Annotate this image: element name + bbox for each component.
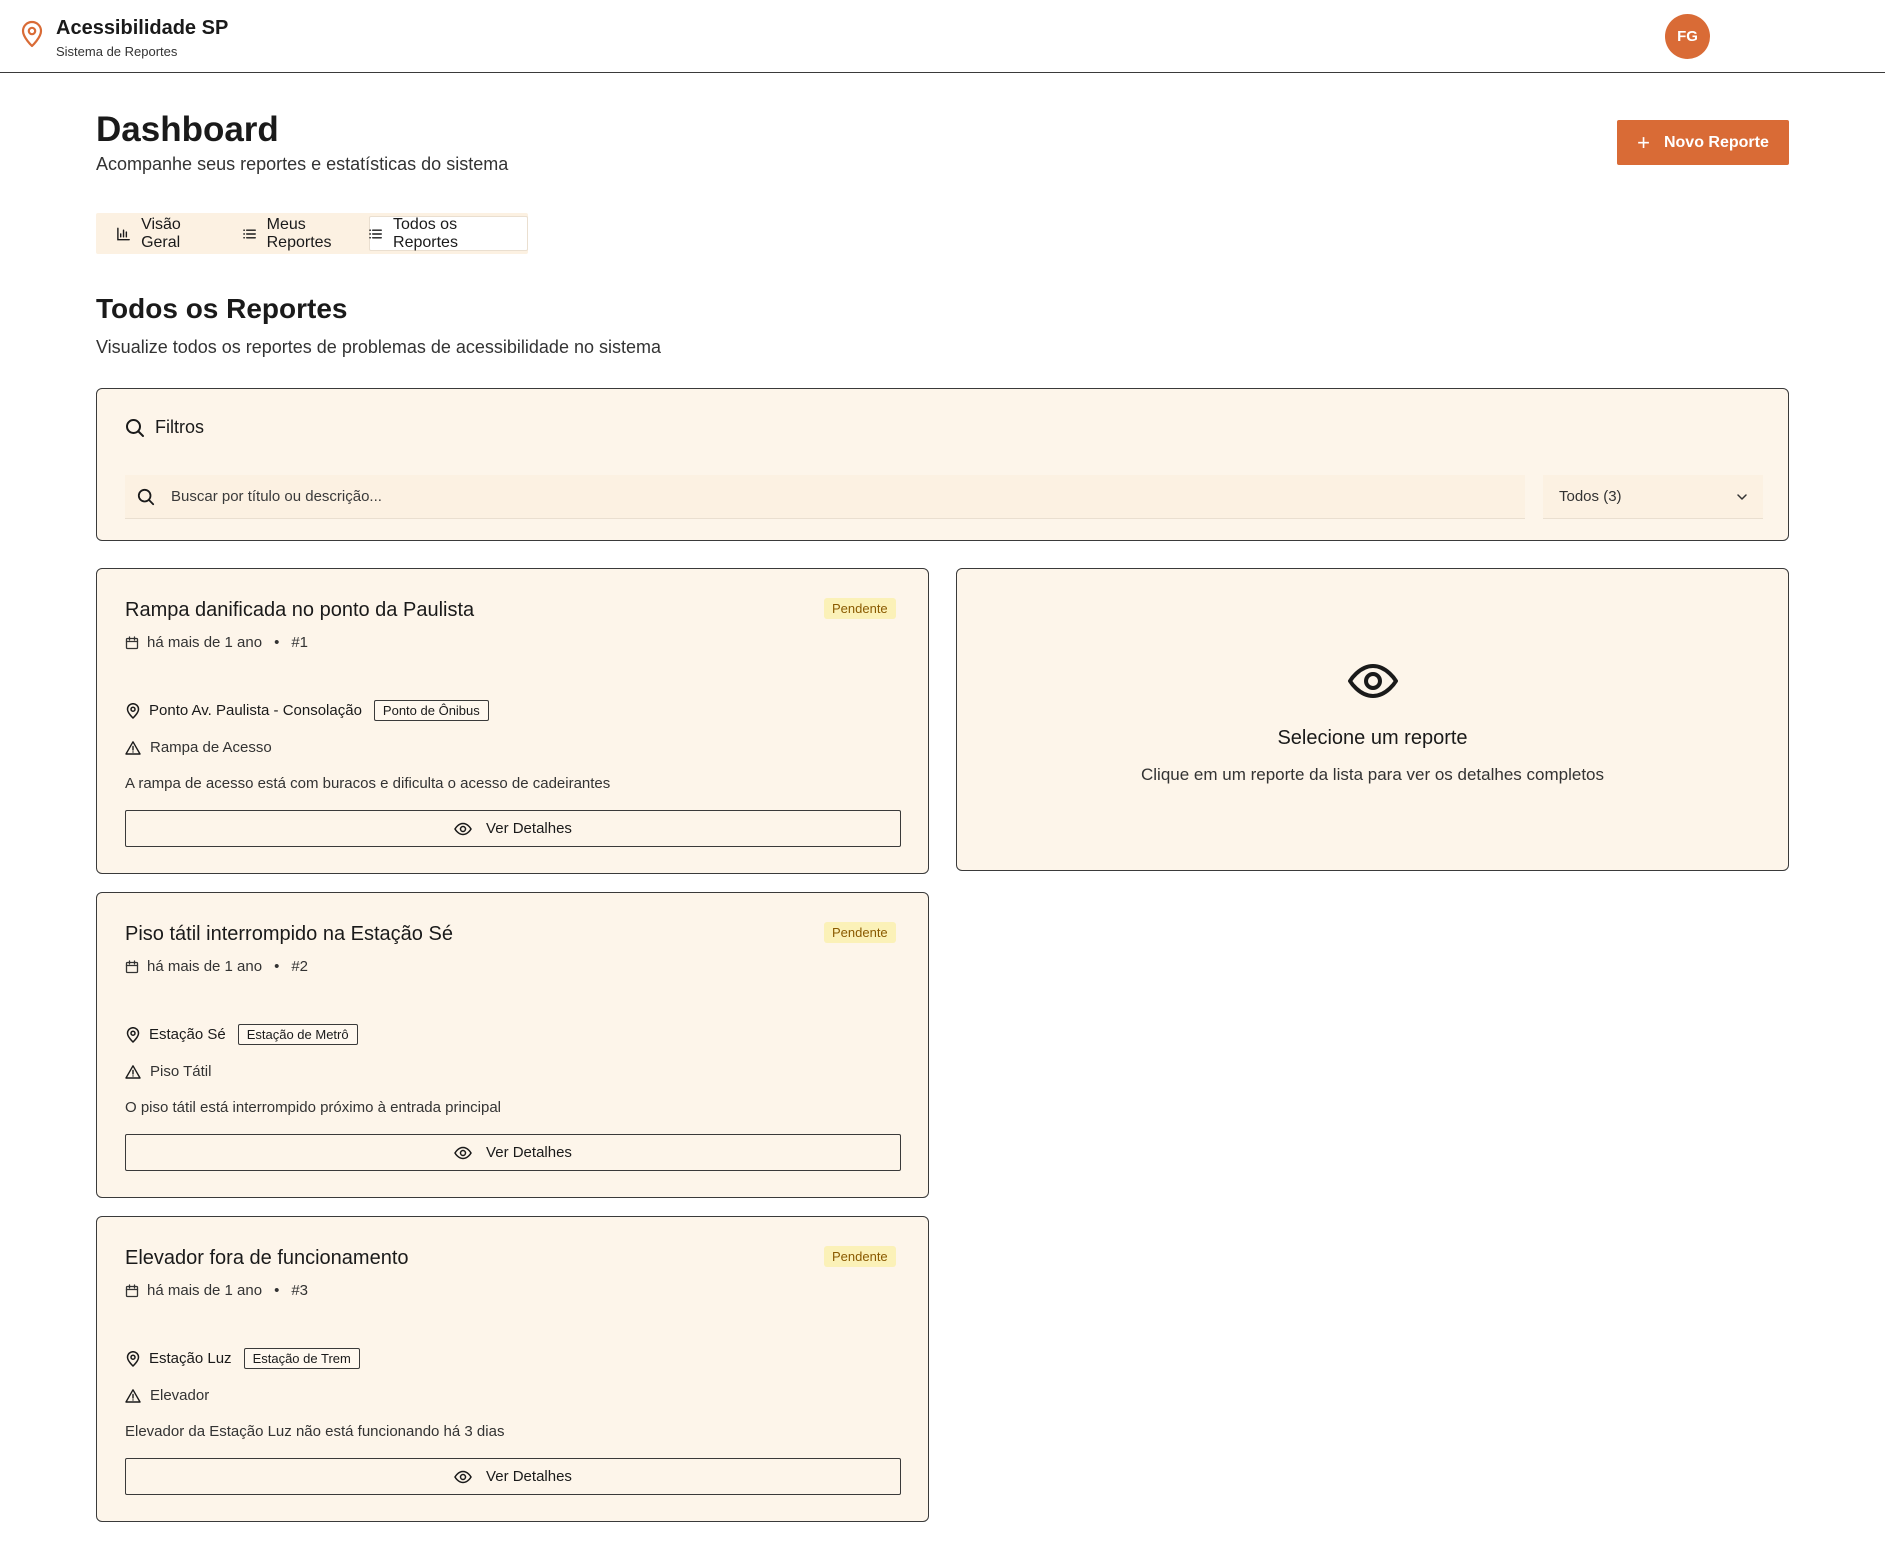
report-title: Rampa danificada no ponto da Paulista: [125, 599, 475, 621]
report-id: #3: [291, 1282, 309, 1299]
report-description: O piso tátil está interrompido próximo à…: [125, 1099, 502, 1116]
report-title: Elevador fora de funcionamento: [125, 1247, 409, 1269]
status-badge: Pendente: [824, 922, 896, 943]
tab-my-reports-label: Meus Reportes: [266, 215, 332, 251]
separator-dot: •: [274, 1282, 280, 1299]
report-card[interactable]: Rampa danificada no ponto da Paulista Pe…: [96, 568, 929, 874]
map-pin-icon: [126, 702, 140, 719]
page-title: Dashboard: [96, 110, 279, 149]
view-details-label: Ver Detalhes: [486, 1468, 572, 1485]
page-subtitle: Acompanhe seus reportes e estatísticas d…: [96, 154, 509, 174]
view-details-label: Ver Detalhes: [486, 1144, 572, 1161]
tab-all-reports-label: Todos os Reportes: [393, 215, 458, 251]
view-details-button[interactable]: Ver Detalhes: [125, 810, 901, 847]
search-icon: [137, 488, 155, 505]
category-label: Rampa de Acesso: [150, 739, 272, 756]
detail-panel-subtitle: Clique em um reporte da lista para ver o…: [1140, 765, 1604, 784]
plus-icon: +: [1637, 129, 1650, 155]
report-id: #2: [291, 958, 309, 975]
report-description: A rampa de acesso está com buracos e dif…: [125, 775, 611, 792]
eye-icon: [454, 1146, 472, 1159]
report-detail-panel: Selecione um reporte Clique em um report…: [956, 568, 1789, 871]
status-badge: Pendente: [824, 598, 896, 619]
location-name: Estação Sé: [149, 1026, 226, 1043]
detail-panel-title: Selecione um reporte: [1277, 727, 1468, 749]
report-date: há mais de 1 ano: [147, 1282, 263, 1299]
search-input[interactable]: [171, 488, 1471, 505]
view-details-button[interactable]: Ver Detalhes: [125, 1134, 901, 1171]
new-report-button[interactable]: + Novo Reporte: [1617, 120, 1789, 165]
warning-icon: [125, 1064, 141, 1079]
section-title: Todos os Reportes: [96, 293, 348, 324]
category-label: Elevador: [150, 1387, 210, 1404]
report-meta: há mais de 1 ano • #3: [125, 1282, 308, 1299]
user-avatar[interactable]: FG: [1665, 14, 1710, 59]
calendar-icon: [125, 959, 139, 973]
report-location: Estação Sé Estação de Metrô: [125, 1024, 358, 1045]
report-date: há mais de 1 ano: [147, 634, 263, 651]
calendar-icon: [125, 635, 139, 649]
chevron-down-icon: [1737, 493, 1747, 500]
warning-icon: [125, 1388, 141, 1403]
location-name: Ponto Av. Paulista - Consolação: [149, 702, 362, 719]
filters-header: Filtros: [125, 417, 204, 438]
search-icon: [126, 418, 144, 437]
tab-list: Visão Geral Meus Reportes Todos os Repor…: [96, 213, 528, 254]
search-box[interactable]: [125, 475, 1525, 519]
tab-overview[interactable]: Visão Geral: [116, 215, 220, 251]
report-card[interactable]: Elevador fora de funcionamento Pendente …: [96, 1216, 929, 1522]
brand[interactable]: Acessibilidade SP Sistema de Reportes: [20, 16, 228, 59]
status-select[interactable]: Todos (3): [1543, 475, 1763, 519]
app-subtitle: Sistema de Reportes: [56, 44, 178, 59]
eye-icon: [1348, 664, 1398, 698]
warning-icon: [125, 740, 141, 755]
tab-my-reports[interactable]: Meus Reportes: [242, 215, 369, 251]
eye-icon: [454, 822, 472, 835]
report-title: Piso tátil interrompido na Estação Sé: [125, 923, 453, 945]
view-details-button[interactable]: Ver Detalhes: [125, 1458, 901, 1495]
report-meta: há mais de 1 ano • #2: [125, 958, 308, 975]
app-title: Acessibilidade SP: [56, 17, 229, 39]
list-icon: [242, 229, 256, 238]
report-id: #1: [291, 634, 309, 651]
report-category: Piso Tátil: [125, 1063, 211, 1080]
map-pin-icon: [126, 1350, 140, 1367]
tab-overview-label: Visão Geral: [141, 215, 181, 251]
status-select-value: Todos (3): [1559, 488, 1622, 505]
report-meta: há mais de 1 ano • #1: [125, 634, 308, 651]
report-description: Elevador da Estação Luz não está funcion…: [125, 1423, 505, 1440]
report-category: Rampa de Acesso: [125, 739, 272, 756]
map-pin-icon: [21, 20, 43, 48]
report-card[interactable]: Piso tátil interrompido na Estação Sé Pe…: [96, 892, 929, 1198]
location-type-tag: Estação de Trem: [243, 1348, 360, 1369]
filters-panel: Filtros Todos (3): [96, 388, 1789, 541]
separator-dot: •: [274, 958, 280, 975]
report-date: há mais de 1 ano: [147, 958, 263, 975]
location-name: Estação Luz: [149, 1350, 232, 1367]
location-type-tag: Ponto de Ônibus: [373, 700, 489, 721]
report-location: Ponto Av. Paulista - Consolação Ponto de…: [125, 700, 489, 721]
tab-all-reports[interactable]: Todos os Reportes: [368, 215, 528, 251]
report-location: Estação Luz Estação de Trem: [125, 1348, 360, 1369]
filters-title: Filtros: [155, 417, 204, 437]
category-label: Piso Tátil: [150, 1063, 212, 1080]
report-category: Elevador: [125, 1387, 209, 1404]
view-details-label: Ver Detalhes: [486, 820, 572, 837]
bar-chart-icon: [117, 227, 130, 240]
location-type-tag: Estação de Metrô: [237, 1024, 358, 1045]
status-badge: Pendente: [824, 1246, 896, 1267]
calendar-icon: [125, 1283, 139, 1297]
eye-icon: [454, 1470, 472, 1483]
list-icon: [369, 229, 382, 238]
new-report-label: Novo Reporte: [1663, 133, 1769, 151]
section-subtitle: Visualize todos os reportes de problemas…: [96, 337, 661, 357]
map-pin-icon: [126, 1026, 140, 1043]
top-bar: Acessibilidade SP Sistema de Reportes FG: [0, 0, 1885, 73]
separator-dot: •: [274, 634, 280, 651]
